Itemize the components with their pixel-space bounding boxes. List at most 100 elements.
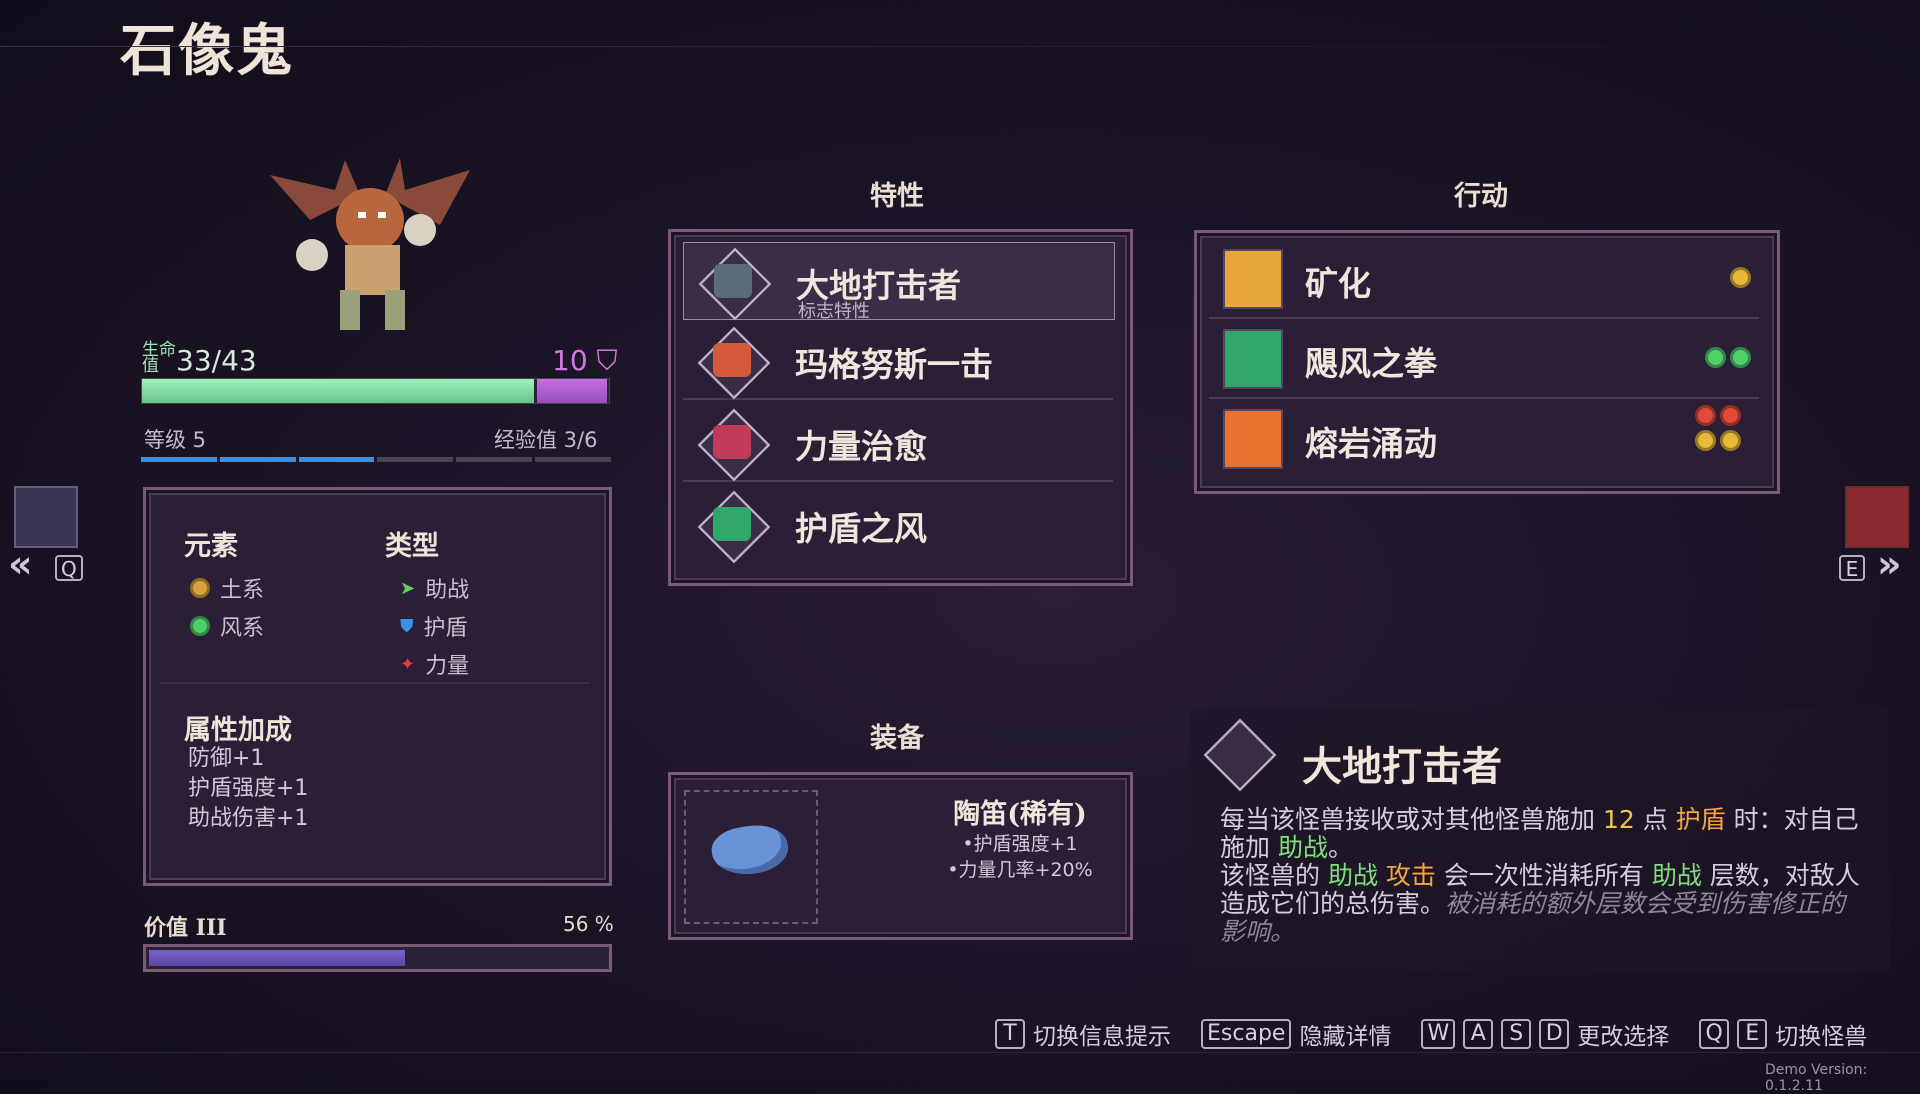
action-name: 飓风之拳 <box>1305 344 1437 383</box>
traits-header: 特性 <box>870 181 924 212</box>
action-cyclone-fist[interactable]: 飓风之拳 <box>1209 319 1759 399</box>
mineralize-icon <box>1223 249 1283 309</box>
detail-keyword-assist: 助战 <box>1277 833 1328 862</box>
shield-type-icon: ⛊ <box>400 615 414 637</box>
move-down-key[interactable]: S <box>1501 1019 1532 1049</box>
cost-orb-icon <box>1720 430 1741 451</box>
action-cost <box>1695 405 1751 451</box>
shield-amount: 10 <box>552 344 588 377</box>
detail-text: 每当该怪兽接收或对其他怪兽施加 <box>1220 805 1603 834</box>
trait-earth-striker[interactable]: 大地打击者 标志特性 <box>683 242 1115 322</box>
detail-keyword-shield: 护盾 <box>1675 805 1726 834</box>
trait-power-heal[interactable]: 力量治愈 <box>683 404 1113 482</box>
hp-value: 33/43 <box>176 344 257 377</box>
type-power: ✦ 力量 <box>400 648 469 680</box>
gargoyle-sprite <box>270 158 470 330</box>
trait-shield-wind[interactable]: 护盾之风 <box>683 486 1113 564</box>
xp-text: 经验值 3/6 <box>494 428 598 452</box>
detail-keyword-attack: 攻击 <box>1385 861 1436 890</box>
bottom-divider <box>0 1052 1920 1053</box>
trait-subtitle: 标志特性 <box>798 301 870 322</box>
detail-keyword-assist: 助战 <box>1327 861 1378 890</box>
hide-details-key[interactable]: Escape <box>1201 1019 1292 1049</box>
cost-orb-icon <box>1730 347 1751 368</box>
type-assist: ➤ 助战 <box>400 572 469 604</box>
xp-segment <box>535 457 611 462</box>
xp-segment <box>219 457 296 462</box>
trait-magnus-strike[interactable]: 玛格努斯一击 <box>683 322 1113 400</box>
xp-segment <box>456 457 533 462</box>
actions-header: 行动 <box>1454 181 1508 212</box>
earth-element-icon <box>190 578 210 598</box>
detail-text: 该怪兽的 <box>1220 861 1328 890</box>
bonus-item: 助战伤害+1 <box>188 806 309 831</box>
action-name: 熔岩涌动 <box>1305 424 1437 463</box>
action-mineralize[interactable]: 矿化 <box>1209 239 1759 319</box>
action-lava-surge[interactable]: 熔岩涌动 <box>1209 399 1759 477</box>
chevron-left-icon[interactable]: « <box>8 542 33 586</box>
cost-orb-icon <box>1695 430 1716 451</box>
detail-text <box>1378 861 1386 890</box>
previous-monster-key: Q <box>55 555 83 581</box>
element-wind: 风系 <box>190 610 264 642</box>
action-cost <box>1705 347 1751 368</box>
type-shield: ⛊ 护盾 <box>400 610 469 642</box>
equipment-stat: •力量几率+20% <box>947 859 1093 881</box>
toggle-tips-key[interactable]: T <box>995 1019 1025 1049</box>
previous-monster-portrait[interactable] <box>14 486 78 548</box>
value-bar <box>143 944 612 972</box>
power-heal-icon-fill <box>713 425 751 459</box>
trait-name: 护盾之风 <box>795 509 927 548</box>
action-name: 矿化 <box>1305 264 1371 303</box>
cost-orb-icon <box>1695 405 1716 426</box>
types-list: ➤ 助战 ⛊ 护盾 ✦ 力量 <box>400 572 469 680</box>
swap-monster-label: 切换怪兽 <box>1775 1024 1868 1050</box>
detail-text: 点 <box>1634 805 1676 834</box>
type-power-label: 力量 <box>425 654 470 679</box>
shield-wind-icon-fill <box>713 507 751 541</box>
value-percent: 56 % <box>563 912 614 936</box>
detail-keyword-assist: 助战 <box>1651 861 1702 890</box>
magnus-strike-icon-fill <box>713 343 751 377</box>
cost-orb-icon <box>1720 405 1741 426</box>
bonus-item: 护盾强度+1 <box>188 776 309 801</box>
detail-title: 大地打击者 <box>1302 743 1502 790</box>
equipment-name: 陶笛(稀有) <box>953 799 1087 830</box>
swap-prev-key[interactable]: Q <box>1699 1019 1730 1049</box>
next-monster-key: E <box>1839 555 1865 581</box>
bonus-item: 防御+1 <box>188 746 265 771</box>
change-selection-label: 更改选择 <box>1577 1024 1670 1050</box>
move-up-key[interactable]: W <box>1421 1019 1456 1049</box>
info-divider <box>160 682 590 684</box>
toggle-tips-label: 切换信息提示 <box>1033 1024 1171 1050</box>
assist-type-icon: ➤ <box>400 577 416 599</box>
control-hints: T 切换信息提示 Escape 隐藏详情 W A S D 更改选择 Q E 切换… <box>995 1017 1867 1051</box>
move-left-key[interactable]: A <box>1463 1019 1494 1049</box>
cost-orb-icon <box>1730 267 1751 288</box>
xp-segment <box>141 457 217 462</box>
value-label: 价值 III <box>144 915 227 941</box>
bonus-header: 属性加成 <box>184 715 292 746</box>
swap-next-key[interactable]: E <box>1737 1019 1768 1049</box>
cost-orb-icon <box>1705 347 1726 368</box>
earth-striker-icon-fill <box>714 264 752 298</box>
element-earth: 土系 <box>190 572 264 604</box>
trait-name: 力量治愈 <box>795 427 927 466</box>
type-shield-label: 护盾 <box>423 616 468 641</box>
type-assist-label: 助战 <box>425 578 470 603</box>
shield-value: 10 ⛉ <box>552 344 618 378</box>
xp-segment <box>377 457 454 462</box>
element-wind-label: 风系 <box>220 616 265 641</box>
title-divider <box>0 46 1920 47</box>
hp-label: 生命值 <box>142 340 176 376</box>
traits-panel: 大地打击者 标志特性 玛格努斯一击 力量治愈 护盾之风 <box>668 229 1133 586</box>
equipment-header: 装备 <box>870 723 924 754</box>
chevron-right-icon[interactable]: » <box>1877 542 1902 586</box>
detail-text: 。 <box>1327 833 1353 862</box>
next-monster-portrait[interactable] <box>1845 486 1909 548</box>
level-text: 等级 5 <box>144 428 207 452</box>
detail-number: 12 <box>1602 805 1635 834</box>
hp-bar-fill <box>142 379 534 403</box>
move-right-key[interactable]: D <box>1539 1019 1570 1049</box>
trait-name: 玛格努斯一击 <box>795 345 993 384</box>
